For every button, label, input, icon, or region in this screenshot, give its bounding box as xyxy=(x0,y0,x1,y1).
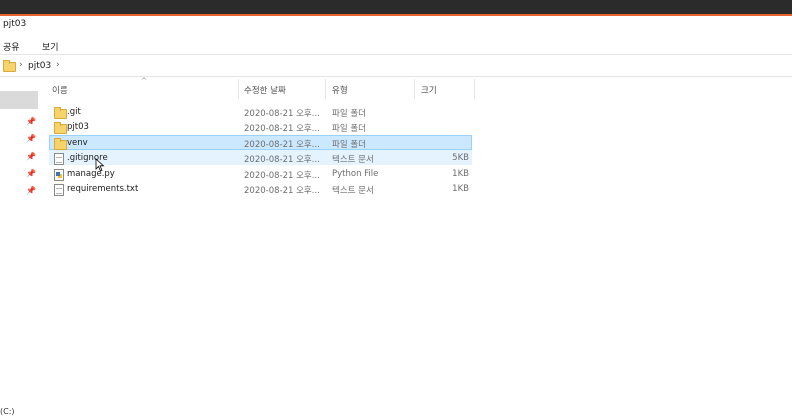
file-size: 1KB xyxy=(452,169,469,179)
column-divider[interactable] xyxy=(414,79,415,99)
file-type: 텍스트 문서 xyxy=(332,155,374,165)
address-bar[interactable]: › pjt03 › xyxy=(0,59,792,75)
column-header-date[interactable]: 수정한 날짜 xyxy=(244,84,286,96)
file-name: manage.py xyxy=(67,169,115,179)
pin-icon: 📌 xyxy=(26,186,36,195)
file-name: venv xyxy=(67,138,88,148)
file-name: requirements.txt xyxy=(67,184,139,194)
pin-icon: 📌 xyxy=(26,134,36,143)
column-divider[interactable] xyxy=(325,79,326,99)
column-header-type[interactable]: 유형 xyxy=(332,84,348,96)
file-type: 파일 폴더 xyxy=(332,140,366,150)
file-size: 1KB xyxy=(452,184,469,194)
nav-item-drive[interactable]: (C:) xyxy=(0,407,15,416)
file-size: 5KB xyxy=(452,153,469,163)
column-header-size[interactable]: 크기 xyxy=(421,84,437,96)
breadcrumb-chevron-icon[interactable]: › xyxy=(56,60,60,70)
window-titlebar xyxy=(0,0,792,14)
breadcrumb-item[interactable]: pjt03 xyxy=(28,61,51,71)
sort-ascending-icon: ^ xyxy=(141,77,147,85)
mouse-cursor-icon xyxy=(95,158,105,172)
nav-item-selected[interactable] xyxy=(0,91,38,109)
accent-strip xyxy=(0,14,792,16)
file-type: 텍스트 문서 xyxy=(332,186,374,196)
pin-icon: 📌 xyxy=(26,169,36,178)
file-row[interactable]: .git 2020-08-21 오후... 파일 폴더 xyxy=(49,104,472,119)
navigation-pane[interactable]: 📌 📌 📌 📌 📌 xyxy=(0,77,38,417)
file-row[interactable]: requirements.txt 2020-08-21 오후... 텍스트 문서 1K… xyxy=(49,181,472,196)
file-date: 2020-08-21 오후... xyxy=(244,124,320,134)
file-date: 2020-08-21 오후... xyxy=(244,171,320,181)
file-row[interactable]: pjt03 2020-08-21 오후... 파일 폴더 xyxy=(49,119,472,134)
file-type: 파일 폴더 xyxy=(332,109,366,119)
file-row[interactable]: manage.py 2020-08-21 오후... Python File 1KB xyxy=(49,166,472,181)
window-title: pjt03 xyxy=(3,19,27,29)
file-name: .git xyxy=(67,107,81,117)
column-divider[interactable] xyxy=(474,79,475,99)
folder-icon xyxy=(3,60,16,75)
text-file-icon xyxy=(54,184,64,199)
ribbon-tab-view[interactable]: 보기 xyxy=(42,40,59,53)
file-date: 2020-08-21 오후... xyxy=(244,140,320,150)
breadcrumb-chevron-icon[interactable]: › xyxy=(19,60,23,70)
file-date: 2020-08-21 오후... xyxy=(244,155,320,165)
pin-icon: 📌 xyxy=(26,152,36,161)
ribbon-divider xyxy=(0,54,792,55)
column-header-name[interactable]: 이름 xyxy=(52,84,68,96)
pin-icon: 📌 xyxy=(26,117,36,126)
file-date: 2020-08-21 오후... xyxy=(244,109,320,119)
file-type: Python File xyxy=(332,169,379,179)
address-divider xyxy=(0,76,792,77)
ribbon-tab-share[interactable]: 공유 xyxy=(3,40,20,53)
file-name: pjt03 xyxy=(67,122,89,132)
file-row[interactable]: venv 2020-08-21 오후... 파일 폴더 xyxy=(49,135,472,150)
column-divider[interactable] xyxy=(238,79,239,99)
file-row[interactable]: .gitignore 2020-08-21 오후... 텍스트 문서 5KB xyxy=(49,150,472,165)
file-type: 파일 폴더 xyxy=(332,124,366,134)
file-date: 2020-08-21 오후... xyxy=(244,186,320,196)
